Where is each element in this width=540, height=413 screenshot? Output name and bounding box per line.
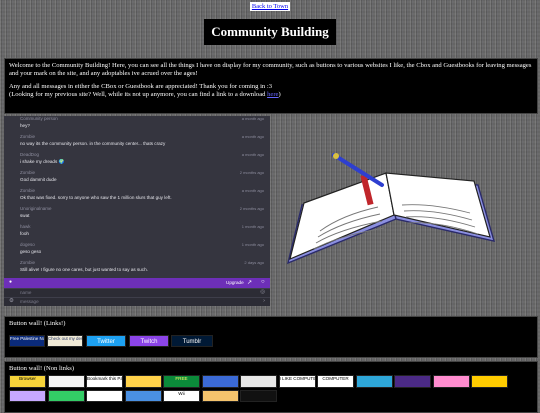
badge-button: Bookmark this Page! xyxy=(86,375,123,388)
chat-message-time: a month ago xyxy=(241,134,264,139)
chat-message-text: no way its the community person. in the … xyxy=(20,141,166,146)
welcome-thanks: Any and all messages in either the CBox … xyxy=(9,83,273,90)
chat-message-text: i shake my dreads 🌍 xyxy=(20,159,65,164)
chat-message-author[interactable]: Community person xyxy=(20,116,58,121)
badge-button xyxy=(394,375,431,388)
welcome-panel: Welcome to the Community Building! Here,… xyxy=(4,58,538,114)
chat-message-time: 1 month ago xyxy=(241,242,264,247)
send-icon[interactable]: › xyxy=(263,298,265,304)
chat-box: Community person a month ago hey? Zombie a m… xyxy=(4,116,270,306)
chat-message-text: geso geso xyxy=(20,249,42,254)
badge-button xyxy=(471,375,508,388)
user-icon[interactable]: ● xyxy=(9,280,14,285)
chat-message-placeholder: message xyxy=(20,299,39,304)
badge-button xyxy=(240,390,277,402)
chat-message-time: 2 months ago xyxy=(239,170,264,175)
chat-message-author[interactable]: Unoriginalname xyxy=(20,206,52,211)
link-button[interactable]: Check out my dev Profile xyxy=(47,335,83,347)
chat-message-time: 2 days ago xyxy=(244,260,264,265)
welcome-previous-site: (Looking for my previous site? Well, whi… xyxy=(9,91,268,98)
chat-message: Unoriginalname 2 months ago swat xyxy=(4,206,270,224)
chat-message-author[interactable]: dogeso xyxy=(20,242,35,247)
button-wall-nonlinks-heading: Button wall! (Non links) xyxy=(9,365,75,372)
chat-message: hawk 1 month ago fooh xyxy=(4,224,270,242)
lock-icon[interactable]: ◎ xyxy=(260,289,265,295)
chat-message-time: 2 months ago xyxy=(239,206,264,211)
popout-icon[interactable]: ↗ xyxy=(247,279,252,286)
badge-button: Browser xyxy=(9,375,46,388)
open-book-with-quill-image xyxy=(286,153,495,265)
badge-button xyxy=(201,390,239,402)
badge-button: FREE xyxy=(163,375,200,388)
chat-toolbar: ● Upgrade ↗ ○ xyxy=(4,278,270,288)
link-button[interactable]: Free Palestine Now!!! xyxy=(9,335,45,347)
chat-message-text: God dammit dude xyxy=(20,177,57,182)
welcome-text: Welcome to the Community Building! Here,… xyxy=(9,62,532,77)
badge-button xyxy=(124,375,162,388)
chat-message: Zombie a month ago Ok that was fixed. sorr… xyxy=(4,188,270,206)
upgrade-button[interactable]: Upgrade xyxy=(226,280,244,285)
badge-button xyxy=(201,375,239,388)
chat-message-time: a month ago xyxy=(241,152,264,157)
badge-button: I LIKE COMPUTER xyxy=(278,375,316,388)
welcome-closing-paren: ) xyxy=(278,91,281,98)
badge-button: Wii xyxy=(163,390,200,402)
settings-icon[interactable]: ○ xyxy=(261,279,265,285)
chat-message-text: Ok that was fixed. sorry to anyone who s… xyxy=(20,195,172,200)
chat-message: DeadDog a month ago i shake my dreads 🌍 xyxy=(4,152,270,170)
page-title: Community Building xyxy=(205,20,335,44)
chat-message-author[interactable]: DeadDog xyxy=(20,152,39,157)
gear-icon[interactable]: ⚙ xyxy=(9,298,14,304)
badge-button xyxy=(47,390,85,402)
button-wall-nonlinks-panel: Button wall! (Non links) Browser Bookmark… xyxy=(4,361,538,413)
chat-message-author[interactable]: Zombie xyxy=(20,260,35,265)
chat-message-author[interactable]: Zombie xyxy=(20,170,35,175)
badge-button xyxy=(9,390,46,402)
chat-message: Zombie a month ago no way its the communit… xyxy=(4,134,270,152)
link-button[interactable]: Twitch xyxy=(129,335,169,347)
chat-message-time: a month ago xyxy=(241,116,264,121)
badge-button xyxy=(240,375,277,388)
chat-message-field[interactable]: ⚙ message › xyxy=(4,297,270,306)
chat-message-text: swat xyxy=(20,213,30,218)
link-button[interactable]: Tumblr xyxy=(171,335,213,347)
chat-message: Community person a month ago hey? xyxy=(4,116,270,134)
badge-button xyxy=(86,390,123,402)
chat-message-time: 1 month ago xyxy=(241,224,264,229)
previous-site-download-link[interactable]: here xyxy=(267,91,278,98)
chat-messages[interactable]: Community person a month ago hey? Zombie a m… xyxy=(4,116,270,278)
badge-button xyxy=(432,375,470,388)
chat-message-text: fooh xyxy=(20,231,29,236)
badge-button xyxy=(47,375,85,388)
badge-button xyxy=(124,390,162,402)
chat-message-author[interactable]: Zombie xyxy=(20,134,35,139)
badge-button xyxy=(355,375,393,388)
link-button[interactable]: Twitter xyxy=(86,335,126,347)
back-to-town-link[interactable]: Back to Town xyxy=(250,2,290,11)
chat-message: Zombie 2 months ago God dammit dude xyxy=(4,170,270,188)
chat-message: Zombie 2 days ago Still alive! I figure no… xyxy=(4,260,270,278)
chat-message-text: Still alive! I figure no one cares, but … xyxy=(20,267,148,272)
badge-button: COMPUTER xyxy=(317,375,354,388)
chat-message-text: hey? xyxy=(20,123,30,128)
button-wall-links-heading: Button wall! (Links!) xyxy=(9,320,66,327)
chat-message: dogeso 1 month ago geso geso xyxy=(4,242,270,260)
chat-name-placeholder: name xyxy=(20,290,32,295)
chat-message-author[interactable]: Zombie xyxy=(20,188,35,193)
chat-message-author[interactable]: hawk xyxy=(20,224,31,229)
button-wall-links-panel: Button wall! (Links!) Free Palestine Now… xyxy=(4,316,538,358)
chat-message-time: a month ago xyxy=(241,188,264,193)
